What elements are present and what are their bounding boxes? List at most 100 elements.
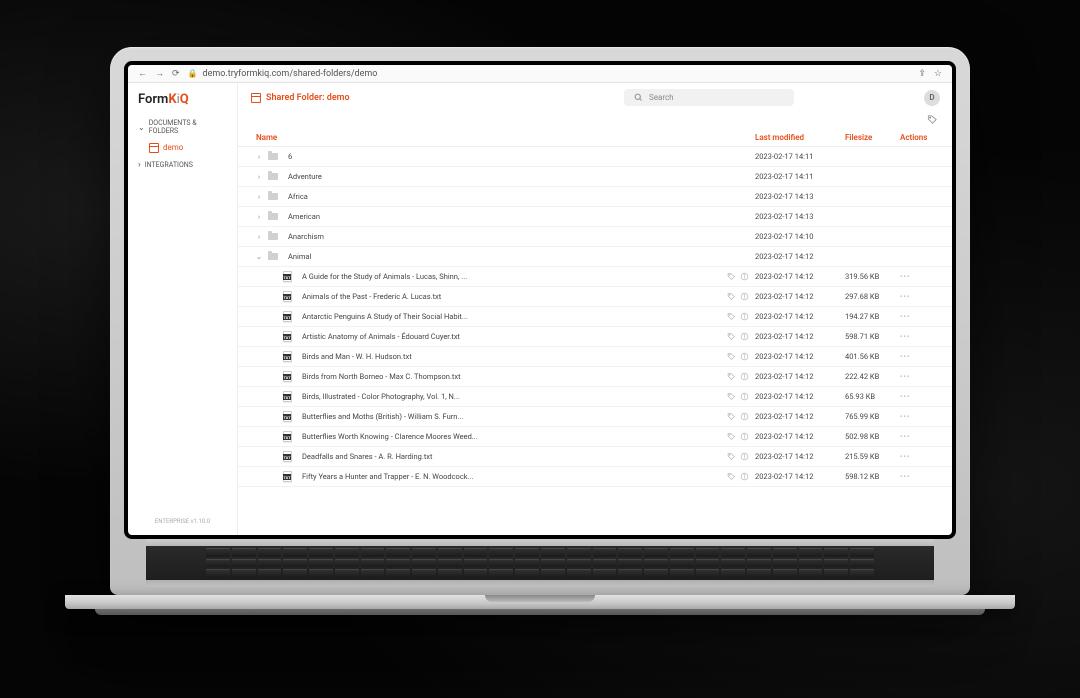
- file-name: Birds, Illustrated - Color Photography, …: [294, 392, 727, 401]
- file-icon: [280, 291, 294, 302]
- file-row[interactable]: Birds, Illustrated - Color Photography, …: [238, 387, 952, 407]
- file-row[interactable]: Butterflies and Moths (British) - Willia…: [238, 407, 952, 427]
- tag-icon[interactable]: [727, 372, 736, 381]
- file-row[interactable]: Antarctic Penguins A Study of Their Soci…: [238, 307, 952, 327]
- file-size: 502.98 KB: [845, 432, 900, 441]
- sidebar-section-documents[interactable]: DOCUMENTS & FOLDERS: [128, 115, 237, 139]
- more-actions[interactable]: •••: [900, 352, 938, 361]
- file-row[interactable]: Deadfalls and Snares - A. R. Harding.txt…: [238, 447, 952, 467]
- chevron-right-icon[interactable]: ›: [252, 232, 266, 241]
- avatar[interactable]: D: [924, 90, 940, 106]
- reload-button[interactable]: ⟳: [172, 69, 180, 79]
- tag-icon[interactable]: [727, 452, 736, 461]
- more-actions[interactable]: •••: [900, 372, 938, 381]
- share-icon[interactable]: ⇪: [918, 69, 926, 79]
- file-row[interactable]: Animals of the Past - Frederic A. Lucas.…: [238, 287, 952, 307]
- file-icon: [280, 411, 294, 422]
- folder-name: Africa: [280, 192, 755, 201]
- tag-icon[interactable]: [727, 332, 736, 341]
- lock-icon: 🔒: [188, 69, 198, 78]
- tag-icon[interactable]: [727, 272, 736, 281]
- chevron-right-icon[interactable]: ›: [252, 152, 266, 161]
- chevron-right-icon[interactable]: ›: [252, 212, 266, 221]
- address-bar[interactable]: 🔒 demo.tryformkiq.com/shared-folders/dem…: [188, 69, 911, 79]
- more-actions[interactable]: •••: [900, 312, 938, 321]
- file-size: 598.12 KB: [845, 472, 900, 481]
- info-icon[interactable]: [740, 292, 749, 301]
- file-row[interactable]: Fifty Years a Hunter and Trapper - E. N.…: [238, 467, 952, 487]
- folder-row[interactable]: ›Adventure2023-02-17 14:11: [238, 167, 952, 187]
- more-actions[interactable]: •••: [900, 292, 938, 301]
- tag-icon[interactable]: [727, 312, 736, 321]
- more-actions[interactable]: •••: [900, 392, 938, 401]
- tag-icon[interactable]: [727, 352, 736, 361]
- more-actions[interactable]: •••: [900, 272, 938, 281]
- folder-name: Animal: [280, 252, 755, 261]
- file-name: Animals of the Past - Frederic A. Lucas.…: [294, 292, 727, 301]
- sidebar: FormKiQ DOCUMENTS & FOLDERS demo INTEGRA…: [128, 83, 238, 535]
- info-icon[interactable]: [740, 272, 749, 281]
- search-input[interactable]: Search: [624, 89, 794, 106]
- file-icon: [280, 471, 294, 482]
- modified-date: 2023-02-17 14:12: [755, 472, 845, 481]
- info-icon[interactable]: [740, 352, 749, 361]
- col-name[interactable]: Name: [252, 133, 755, 142]
- sidebar-item-demo[interactable]: demo: [128, 139, 237, 156]
- file-icon: [280, 271, 294, 282]
- folder-row-open[interactable]: ⌄Animal2023-02-17 14:12: [238, 247, 952, 267]
- more-actions[interactable]: •••: [900, 432, 938, 441]
- main-panel: Shared Folder: demo Search D: [238, 83, 952, 535]
- file-name: Butterflies and Moths (British) - Willia…: [294, 412, 727, 421]
- folder-icon: [266, 233, 280, 240]
- modified-date: 2023-02-17 14:12: [755, 352, 845, 361]
- file-size: 598.71 KB: [845, 332, 900, 341]
- info-icon[interactable]: [740, 312, 749, 321]
- info-icon[interactable]: [740, 332, 749, 341]
- file-icon: [280, 431, 294, 442]
- info-icon[interactable]: [740, 412, 749, 421]
- folder-row[interactable]: ›Africa2023-02-17 14:13: [238, 187, 952, 207]
- modified-date: 2023-02-17 14:12: [755, 292, 845, 301]
- tag-icon[interactable]: [727, 412, 736, 421]
- info-icon[interactable]: [740, 432, 749, 441]
- file-name: Birds from North Borneo - Max C. Thompso…: [294, 372, 727, 381]
- star-icon[interactable]: ☆: [934, 69, 942, 79]
- file-row[interactable]: Birds and Man - W. H. Hudson.txt 2023-02-…: [238, 347, 952, 367]
- more-actions[interactable]: •••: [900, 452, 938, 461]
- modified-date: 2023-02-17 14:12: [755, 452, 845, 461]
- more-actions[interactable]: •••: [900, 412, 938, 421]
- tag-icon[interactable]: [927, 114, 938, 125]
- file-name: Birds and Man - W. H. Hudson.txt: [294, 352, 727, 361]
- sidebar-section-integrations[interactable]: INTEGRATIONS: [128, 156, 237, 174]
- file-size: 222.42 KB: [845, 372, 900, 381]
- tag-icon[interactable]: [727, 432, 736, 441]
- info-icon[interactable]: [740, 392, 749, 401]
- info-icon[interactable]: [740, 452, 749, 461]
- file-icon: [280, 391, 294, 402]
- folder-row[interactable]: ›Anarchism2023-02-17 14:10: [238, 227, 952, 247]
- file-icon: [280, 311, 294, 322]
- file-row[interactable]: Artistic Anatomy of Animals - Édouard Cu…: [238, 327, 952, 347]
- info-icon[interactable]: [740, 472, 749, 481]
- tag-icon[interactable]: [727, 392, 736, 401]
- back-button[interactable]: ←: [138, 68, 147, 79]
- file-name: Artistic Anatomy of Animals - Édouard Cu…: [294, 332, 727, 341]
- folder-name: 6: [280, 152, 755, 161]
- tag-icon[interactable]: [727, 292, 736, 301]
- folder-row[interactable]: ›62023-02-17 14:11: [238, 147, 952, 167]
- col-size[interactable]: Filesize: [845, 133, 900, 142]
- tag-icon[interactable]: [727, 472, 736, 481]
- chevron-down-icon[interactable]: ⌄: [252, 252, 266, 261]
- more-actions[interactable]: •••: [900, 472, 938, 481]
- file-row[interactable]: Birds from North Borneo - Max C. Thompso…: [238, 367, 952, 387]
- forward-button[interactable]: →: [155, 68, 164, 79]
- more-actions[interactable]: •••: [900, 332, 938, 341]
- folder-row[interactable]: ›American2023-02-17 14:13: [238, 207, 952, 227]
- file-row[interactable]: A Guide for the Study of Animals - Lucas…: [238, 267, 952, 287]
- info-icon[interactable]: [740, 372, 749, 381]
- chevron-right-icon[interactable]: ›: [252, 172, 266, 181]
- chevron-right-icon[interactable]: ›: [252, 192, 266, 201]
- file-row[interactable]: Butterflies Worth Knowing - Clarence Moo…: [238, 427, 952, 447]
- file-icon: [280, 451, 294, 462]
- col-modified[interactable]: Last modified: [755, 133, 845, 142]
